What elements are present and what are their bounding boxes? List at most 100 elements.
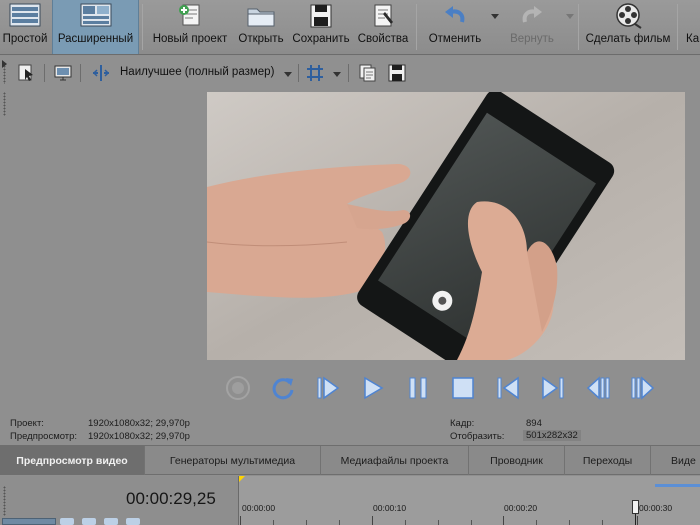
video-preview-frame[interactable] <box>207 92 685 360</box>
tab-transitions[interactable]: Переходы <box>565 446 651 475</box>
folder-icon <box>247 8 275 27</box>
preview-quality-select[interactable]: Наилучшее (полный размер) <box>120 66 274 78</box>
split-screen-button[interactable] <box>90 62 112 84</box>
playhead-line <box>635 514 636 525</box>
playhead-marker[interactable] <box>632 500 639 514</box>
frame-label: Кадр: <box>450 418 475 429</box>
toolbar-divider <box>142 4 143 50</box>
go-to-start-button[interactable] <box>492 372 524 404</box>
properties-label: Свойства <box>357 33 409 45</box>
tab-video-fx[interactable]: Виде <box>651 446 700 475</box>
undo-icon <box>445 6 465 23</box>
expand-arrow-icon[interactable] <box>2 60 7 68</box>
tool-icon[interactable] <box>126 518 140 525</box>
pause-button[interactable] <box>402 372 434 404</box>
advanced-mode-button[interactable]: Расширенный <box>52 0 139 54</box>
toolbar-divider <box>298 64 299 82</box>
grid-icon <box>307 65 323 81</box>
tool-icon[interactable] <box>104 518 118 525</box>
play-icon <box>364 376 384 400</box>
tab-explorer[interactable]: Проводник <box>469 446 565 475</box>
save-snapshot-button[interactable] <box>386 62 408 84</box>
ruler-label: 00:00:10 <box>373 503 407 513</box>
split-view-icon <box>92 65 110 81</box>
ruler-tick <box>569 520 570 525</box>
new-project-button[interactable]: Новый проект <box>148 0 232 54</box>
ruler-tick <box>602 520 603 525</box>
redo-dropdown-chevron-icon[interactable] <box>566 14 574 19</box>
tool-icon[interactable] <box>82 518 96 525</box>
make-movie-button[interactable]: Сделать фильм <box>584 0 672 54</box>
film-reel-icon <box>616 3 642 29</box>
record-icon <box>226 376 250 400</box>
play-from-start-icon <box>317 376 340 400</box>
preview-toolbar: Наилучшее (полный размер) <box>0 56 700 90</box>
loop-playback-button[interactable] <box>267 372 299 404</box>
advanced-mode-label: Расширенный <box>57 33 134 45</box>
record-button[interactable] <box>222 372 254 404</box>
timeline-grip[interactable] <box>3 486 6 516</box>
loop-icon <box>272 378 294 400</box>
undo-label: Отменить <box>428 33 482 45</box>
play-button[interactable] <box>357 372 389 404</box>
display-value: 501x282x32 <box>523 430 581 441</box>
save-icon <box>388 64 406 82</box>
stop-icon <box>452 377 474 399</box>
quality-chevron-down-icon[interactable] <box>284 72 292 77</box>
toolbar-divider <box>677 4 678 50</box>
preview-info-panel: Проект: 1920x1080x32; 29,970p Предпросмо… <box>0 414 700 444</box>
tool-icon[interactable] <box>60 518 74 525</box>
skip-to-end-icon <box>542 376 564 400</box>
overlays-chevron-down-icon[interactable] <box>333 72 341 77</box>
undo-button[interactable]: Отменить <box>422 0 488 54</box>
stop-button[interactable] <box>447 372 479 404</box>
new-project-icon <box>179 4 200 26</box>
preview-select-tool-button[interactable] <box>16 62 38 84</box>
new-project-label: Новый проект <box>152 33 228 45</box>
overlays-grid-button[interactable] <box>304 62 326 84</box>
project-label: Проект: <box>10 418 44 429</box>
timeline-area: 00:00:29,25 00:00:00 00:00:10 00:00:20 0… <box>0 476 700 525</box>
open-button[interactable]: Открыть <box>234 0 288 54</box>
truncated-toolbar-label: Ка <box>686 33 700 45</box>
toolbar-divider <box>416 4 417 50</box>
tab-project-media[interactable]: Медиафайлы проекта <box>321 446 469 475</box>
previous-frame-button[interactable] <box>582 372 614 404</box>
open-label: Открыть <box>238 33 284 45</box>
ruler-tick <box>637 516 638 525</box>
time-ruler[interactable]: 00:00:00 00:00:10 00:00:20 00:00:30 <box>238 476 700 525</box>
simple-mode-icon <box>9 3 41 27</box>
track-tool-button[interactable] <box>2 518 56 525</box>
save-button[interactable]: Сохранить <box>290 0 352 54</box>
next-frame-button[interactable] <box>627 372 659 404</box>
copy-icon <box>359 64 376 82</box>
ruler-label: 00:00:20 <box>504 503 538 513</box>
simple-mode-button[interactable]: Простой <box>0 0 50 54</box>
tab-video-preview[interactable]: Предпросмотр видео <box>0 446 145 475</box>
toolbar-divider <box>578 4 579 50</box>
preview-frame-image <box>207 92 685 360</box>
pause-icon <box>409 377 427 399</box>
toolbar-divider <box>348 64 349 82</box>
truncated-toolbar-button[interactable]: Ка <box>682 0 700 54</box>
ruler-tick <box>405 520 406 525</box>
tab-media-generators[interactable]: Генераторы мультимедиа <box>145 446 321 475</box>
play-from-start-button[interactable] <box>312 372 344 404</box>
advanced-mode-icon <box>80 3 111 27</box>
copy-snapshot-button[interactable] <box>356 62 378 84</box>
ruler-tick <box>536 520 537 525</box>
save-label: Сохранить <box>292 33 350 45</box>
external-monitor-button[interactable] <box>52 62 74 84</box>
timecode-display: 00:00:29,25 <box>126 489 216 508</box>
loop-region-bar[interactable] <box>655 484 700 487</box>
redo-button[interactable]: Вернуть <box>502 0 562 54</box>
loop-start-marker-icon[interactable] <box>239 476 245 482</box>
redo-icon <box>522 6 542 23</box>
monitor-icon <box>54 65 72 81</box>
go-to-end-button[interactable] <box>537 372 569 404</box>
properties-button[interactable]: Свойства <box>354 0 412 54</box>
ruler-tick <box>372 516 373 525</box>
previous-frame-icon <box>586 376 610 400</box>
undo-dropdown-chevron-icon[interactable] <box>491 14 499 19</box>
dock-grip[interactable] <box>3 92 6 116</box>
